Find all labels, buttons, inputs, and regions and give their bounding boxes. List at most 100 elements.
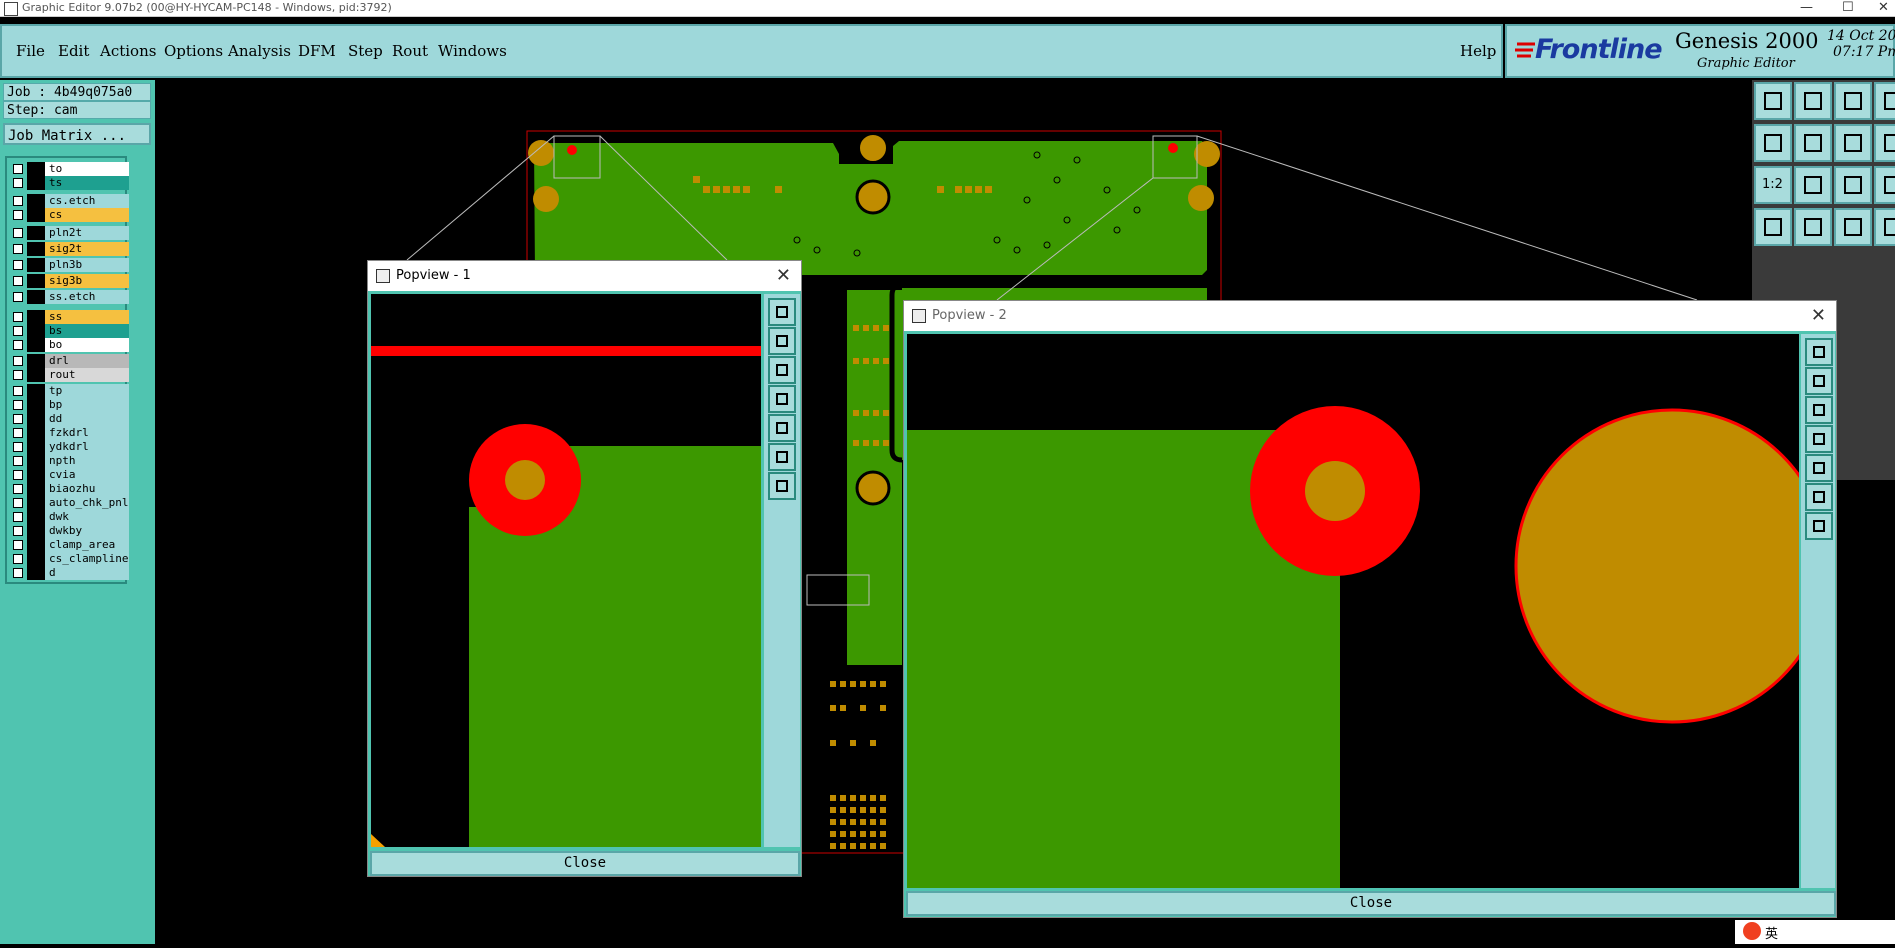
- pan-right-icon[interactable]: [768, 414, 796, 442]
- layer-row[interactable]: tp: [10, 384, 129, 398]
- popview-1-close-button[interactable]: Close: [370, 851, 800, 876]
- layer-checkbox[interactable]: [13, 228, 23, 238]
- menu-rout[interactable]: Rout: [392, 42, 428, 60]
- layer-row[interactable]: dwk: [10, 510, 129, 524]
- undo-icon[interactable]: [1754, 82, 1792, 120]
- menu-step[interactable]: Step: [348, 42, 383, 60]
- layer-row[interactable]: d: [10, 566, 129, 580]
- layer-row[interactable]: sig3b: [10, 274, 129, 288]
- layer-checkbox[interactable]: [13, 442, 23, 452]
- measure-icon[interactable]: [1794, 166, 1832, 204]
- layer-row[interactable]: ydkdrl: [10, 440, 129, 454]
- layer-row[interactable]: drl: [10, 354, 129, 368]
- menu-actions[interactable]: Actions: [100, 42, 156, 60]
- zoom-in-icon[interactable]: [768, 327, 796, 355]
- pan-right-icon[interactable]: [1754, 124, 1792, 162]
- pan-left-icon[interactable]: [1874, 82, 1895, 120]
- layer-checkbox[interactable]: [13, 196, 23, 206]
- zoom-out-icon[interactable]: [1805, 396, 1833, 424]
- layer-checkbox[interactable]: [13, 276, 23, 286]
- job-matrix-button[interactable]: Job Matrix ...: [3, 123, 151, 145]
- center-icon[interactable]: [1874, 124, 1895, 162]
- menu-dfm[interactable]: DFM: [298, 42, 336, 60]
- layer-checkbox[interactable]: [13, 526, 23, 536]
- popview-2-close-button[interactable]: Close: [906, 891, 1836, 916]
- menu-analysis[interactable]: Analysis: [228, 42, 291, 60]
- layer-checkbox[interactable]: [13, 386, 23, 396]
- layer-row[interactable]: rout: [10, 368, 129, 382]
- popview-1-view[interactable]: [371, 294, 761, 847]
- zoom-out-icon[interactable]: [768, 356, 796, 384]
- menu-file[interactable]: File: [16, 42, 45, 60]
- layer-row[interactable]: npth: [10, 454, 129, 468]
- layer-checkbox[interactable]: [13, 512, 23, 522]
- ime-language[interactable]: 英: [1765, 923, 1778, 942]
- layer-row[interactable]: ts: [10, 176, 129, 190]
- menu-edit[interactable]: Edit: [58, 42, 89, 60]
- zoom-in-icon[interactable]: [1805, 367, 1833, 395]
- layer-checkbox[interactable]: [13, 456, 23, 466]
- ruler-icon[interactable]: [1834, 208, 1872, 246]
- layer-row[interactable]: auto_chk_pnl: [10, 496, 129, 510]
- center-icon[interactable]: [1805, 512, 1833, 540]
- close-icon[interactable]: ✕: [1811, 305, 1826, 326]
- layer-row[interactable]: cs.etch: [10, 194, 129, 208]
- layer-checkbox[interactable]: [13, 356, 23, 366]
- close-icon[interactable]: ✕: [776, 265, 791, 286]
- zoom-window-icon[interactable]: [768, 298, 796, 326]
- layer-row[interactable]: pln3b: [10, 258, 129, 272]
- layer-checkbox[interactable]: [13, 470, 23, 480]
- layer-checkbox[interactable]: [13, 260, 23, 270]
- layer-checkbox[interactable]: [13, 244, 23, 254]
- minimize-icon[interactable]: —: [1800, 0, 1813, 15]
- snap-icon[interactable]: [1874, 166, 1895, 204]
- close-icon[interactable]: ✕: [1878, 0, 1889, 15]
- layer-checkbox[interactable]: [13, 540, 23, 550]
- popview-2-view[interactable]: [907, 334, 1799, 888]
- layer-checkbox[interactable]: [13, 498, 23, 508]
- ratio-icon[interactable]: 1:2: [1754, 166, 1792, 204]
- layer-checkbox[interactable]: [13, 178, 23, 188]
- zoom-window-icon[interactable]: [1805, 338, 1833, 366]
- layer-row[interactable]: cvia: [10, 468, 129, 482]
- layer-row[interactable]: biaozhu: [10, 482, 129, 496]
- layer-checkbox[interactable]: [13, 326, 23, 336]
- menu-help[interactable]: Help: [1460, 42, 1496, 60]
- layer-checkbox[interactable]: [13, 568, 23, 578]
- layer-checkbox[interactable]: [13, 554, 23, 564]
- menu-options[interactable]: Options: [164, 42, 223, 60]
- layer-row[interactable]: ss: [10, 310, 129, 324]
- layer-row[interactable]: bp: [10, 398, 129, 412]
- pan-left-icon[interactable]: [1805, 425, 1833, 453]
- layer-row[interactable]: to: [10, 162, 129, 176]
- layer-checkbox[interactable]: [13, 210, 23, 220]
- rotate-icon[interactable]: [1794, 124, 1832, 162]
- save-icon[interactable]: [1794, 82, 1832, 120]
- pan-right-icon[interactable]: [1805, 454, 1833, 482]
- fit-icon[interactable]: [1805, 483, 1833, 511]
- center-icon[interactable]: [768, 472, 796, 500]
- layer-checkbox[interactable]: [13, 414, 23, 424]
- select-icon[interactable]: [1874, 208, 1895, 246]
- layer-checkbox[interactable]: [13, 370, 23, 380]
- layer-row[interactable]: pln2t: [10, 226, 129, 240]
- layer-row[interactable]: cs_clampline: [10, 552, 129, 566]
- layer-row[interactable]: sig2t: [10, 242, 129, 256]
- layer-checkbox[interactable]: [13, 428, 23, 438]
- fit-icon[interactable]: [1834, 124, 1872, 162]
- layer-checkbox[interactable]: [13, 164, 23, 174]
- grid-icon[interactable]: [1834, 166, 1872, 204]
- menu-windows[interactable]: Windows: [438, 42, 507, 60]
- layer-checkbox[interactable]: [13, 340, 23, 350]
- layer-row[interactable]: clamp_area: [10, 538, 129, 552]
- layer-row[interactable]: dwkby: [10, 524, 129, 538]
- zoom-in-icon[interactable]: [1754, 208, 1792, 246]
- fit-icon[interactable]: [768, 443, 796, 471]
- pen-icon[interactable]: [1794, 208, 1832, 246]
- layer-row[interactable]: bs: [10, 324, 129, 338]
- layer-checkbox[interactable]: [13, 400, 23, 410]
- layer-checkbox[interactable]: [13, 484, 23, 494]
- layer-checkbox[interactable]: [13, 312, 23, 322]
- layer-row[interactable]: dd: [10, 412, 129, 426]
- home-icon[interactable]: [1834, 82, 1872, 120]
